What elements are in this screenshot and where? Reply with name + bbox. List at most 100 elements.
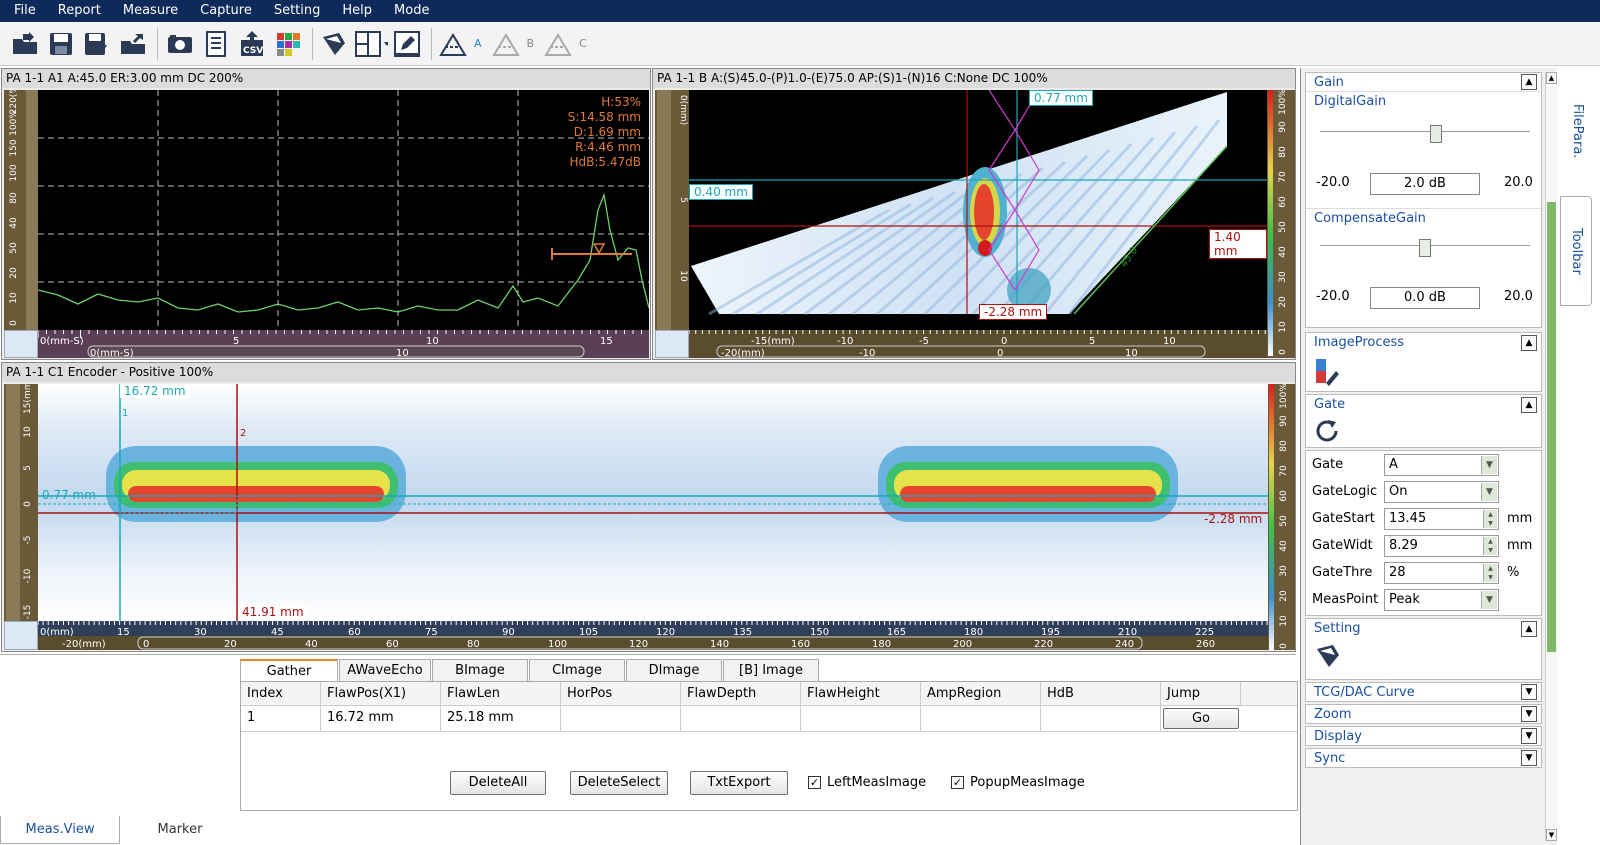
go-button[interactable]: Go xyxy=(1163,708,1239,729)
popup-meas-option[interactable]: ✓ PopupMeasImage xyxy=(951,775,1085,790)
tab-cimage[interactable]: CImage xyxy=(529,659,625,681)
txt-export-button[interactable]: TxtExport xyxy=(690,771,788,795)
digital-gain-slider-thumb[interactable] xyxy=(1429,125,1442,143)
chevron-down-icon[interactable]: ▼ xyxy=(1481,482,1497,501)
popup-meas-checkbox[interactable]: ✓ xyxy=(951,776,964,789)
edit-layout-icon[interactable] xyxy=(390,27,424,61)
setting-probe-icon[interactable] xyxy=(1314,643,1342,672)
refresh-icon[interactable] xyxy=(1314,417,1342,448)
export-folder-icon[interactable] xyxy=(116,27,150,61)
measure-a-icon[interactable] xyxy=(437,27,471,61)
scroll-up-icon[interactable]: ▲ xyxy=(1546,72,1557,84)
side-tab-filepara[interactable]: FilePara. xyxy=(1562,76,1592,186)
table-row[interactable]: 1 16.72 mm 25.18 mm Go xyxy=(241,706,1297,732)
section-display[interactable]: Display ▼ xyxy=(1305,726,1542,746)
collapse-arrow-icon[interactable]: ▲ xyxy=(1521,620,1537,637)
menu-report[interactable]: Report xyxy=(44,0,109,22)
digital-gain-value[interactable]: 2.0 dB xyxy=(1370,173,1480,195)
tab-gather[interactable]: Gather xyxy=(240,659,338,681)
palette-icon[interactable] xyxy=(271,27,305,61)
collapse-arrow-icon[interactable]: ▲ xyxy=(1521,74,1537,90)
ruler-label: -5 xyxy=(919,336,929,345)
gate-param-dropdown[interactable]: Peak ▼ xyxy=(1384,588,1499,611)
color-scale-label: 30 xyxy=(1279,565,1289,577)
digital-gain-track[interactable] xyxy=(1320,131,1530,137)
expand-arrow-icon[interactable]: ▼ xyxy=(1521,706,1537,722)
digital-gain-label: DigitalGain xyxy=(1306,92,1541,111)
sscan-corner-button[interactable] xyxy=(655,330,689,358)
spin-arrows-icon[interactable]: ▲ ▼ xyxy=(1483,563,1497,582)
open-folder-icon[interactable] xyxy=(8,27,42,61)
left-meas-option[interactable]: ✓ LeftMeasImage xyxy=(808,775,926,790)
cscan-corner-button[interactable] xyxy=(4,621,38,650)
camera-icon[interactable] xyxy=(163,27,197,61)
spin-arrows-icon[interactable]: ▲ ▼ xyxy=(1483,536,1497,555)
csv-export-icon[interactable]: CSV xyxy=(235,27,269,61)
cell-horpos xyxy=(561,706,681,731)
side-tab-toolbar[interactable]: Toolbar xyxy=(1560,196,1592,306)
chevron-down-icon[interactable]: ▼ xyxy=(1481,455,1497,474)
tab-bimage[interactable]: BImage xyxy=(432,659,528,681)
collapse-arrow-icon[interactable]: ▲ xyxy=(1521,334,1537,351)
gate-param-dropdown[interactable]: A ▼ xyxy=(1384,453,1499,476)
gate-param-spinbox[interactable]: 8.29 ▲ ▼ xyxy=(1384,534,1499,557)
gate-param-spinbox[interactable]: 13.45 ▲ ▼ xyxy=(1384,507,1499,530)
tab-marker[interactable]: Marker xyxy=(120,816,240,844)
gate-param-dropdown[interactable]: On ▼ xyxy=(1384,480,1499,503)
tab-b-image[interactable]: [B] Image xyxy=(723,659,819,681)
expand-arrow-icon[interactable]: ▼ xyxy=(1521,684,1537,700)
measure-c-icon[interactable] xyxy=(542,27,576,61)
image-process-header[interactable]: ImageProcess ▲ xyxy=(1306,333,1541,352)
measure-b-icon[interactable] xyxy=(490,27,524,61)
cell-ampregion xyxy=(921,706,1041,731)
layout-icon[interactable] xyxy=(354,27,388,61)
tab-meas-view[interactable]: Meas.View xyxy=(0,816,121,844)
gate-param-value: A xyxy=(1389,456,1398,472)
section-title: TCG/DAC Curve xyxy=(1314,684,1415,700)
collapse-arrow-icon[interactable]: ▲ xyxy=(1521,396,1537,413)
comp-gain-slider-thumb[interactable] xyxy=(1419,239,1431,257)
report-icon[interactable] xyxy=(199,27,233,61)
expand-arrow-icon[interactable]: ▼ xyxy=(1521,750,1537,766)
menu-mode[interactable]: Mode xyxy=(380,0,437,22)
gate-param-spinbox[interactable]: 28 ▲ ▼ xyxy=(1384,561,1499,584)
tab-awaveecho[interactable]: AWaveEcho xyxy=(339,659,431,681)
menu-measure[interactable]: Measure xyxy=(109,0,186,22)
sscan-plot[interactable]: 45.0 0.77 mm 0.40 mm 1.40 mm -2.28 mm xyxy=(689,89,1267,330)
menu-file[interactable]: File xyxy=(0,0,44,22)
save-icon[interactable] xyxy=(44,27,78,61)
delete-all-button[interactable]: DeleteAll xyxy=(450,771,546,795)
tab-dimage[interactable]: DImage xyxy=(626,659,722,681)
section-tcg-dac-curve[interactable]: TCG/DAC Curve ▼ xyxy=(1305,682,1542,702)
cscan-plot[interactable]: 16.72 mm 0.77 mm 41.91 mm -2.28 mm 1 2 xyxy=(38,384,1268,621)
gate-param-row: GateLogic On ▼ xyxy=(1312,478,1541,505)
left-meas-checkbox[interactable]: ✓ xyxy=(808,776,821,789)
chevron-down-icon[interactable]: ▼ xyxy=(1481,590,1497,609)
gate-peak-marker xyxy=(592,243,606,255)
color-scale-label: 10 xyxy=(1278,321,1288,333)
readout-sound-path: S:14.58 mm xyxy=(567,110,641,124)
menu-help[interactable]: Help xyxy=(328,0,380,22)
menu-capture[interactable]: Capture xyxy=(186,0,260,22)
cell-flawheight xyxy=(801,706,921,731)
scrollbar-thumb[interactable] xyxy=(1547,202,1556,652)
col-flawheight: FlawHeight xyxy=(801,682,921,705)
image-process-icon[interactable] xyxy=(1314,357,1340,390)
probe-settings-icon[interactable] xyxy=(318,27,352,61)
section-zoom[interactable]: Zoom ▼ xyxy=(1305,704,1542,724)
section-sync[interactable]: Sync ▼ xyxy=(1305,748,1542,768)
scroll-down-icon[interactable]: ▼ xyxy=(1546,829,1557,841)
ruler-label: 0(mm) xyxy=(40,627,74,636)
delete-select-button[interactable]: DeleteSelect xyxy=(570,771,668,795)
setting-header[interactable]: Setting ▲ xyxy=(1306,619,1541,638)
ascan-plot[interactable]: H:53% S:14.58 mm D:1.69 mm R:4.46 mm HdB… xyxy=(37,90,650,330)
ascan-corner-button[interactable] xyxy=(4,330,38,358)
gain-header[interactable]: Gain ▲ xyxy=(1306,73,1541,92)
right-panel-scrollbar[interactable]: ▲ ▼ xyxy=(1545,72,1557,841)
menu-setting[interactable]: Setting xyxy=(260,0,329,22)
expand-arrow-icon[interactable]: ▼ xyxy=(1521,728,1537,744)
save-as-icon[interactable] xyxy=(80,27,114,61)
gate-header[interactable]: Gate ▲ xyxy=(1306,395,1541,414)
spin-arrows-icon[interactable]: ▲ ▼ xyxy=(1483,509,1497,528)
comp-gain-value[interactable]: 0.0 dB xyxy=(1370,287,1480,309)
